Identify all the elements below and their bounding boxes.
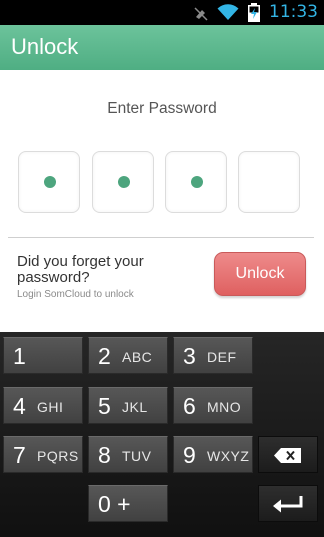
- password-dot-icon: [191, 176, 203, 188]
- status-bar: 11:33: [0, 0, 324, 25]
- numeric-keypad: 1 2 ABC 3 DEF 4 GHI 5 JKL 6 MNO 7 PQRS 8…: [0, 332, 324, 537]
- password-dot-icon: [118, 176, 130, 188]
- key-5[interactable]: 5 JKL: [88, 387, 168, 424]
- key-6[interactable]: 6 MNO: [173, 387, 253, 424]
- clock: 11:33: [269, 2, 318, 22]
- password-box-4[interactable]: [238, 151, 300, 213]
- key-2[interactable]: 2 ABC: [88, 337, 168, 374]
- title-bar: Unlock: [0, 25, 324, 70]
- key-4[interactable]: 4 GHI: [3, 387, 83, 424]
- key-8[interactable]: 8 TUV: [88, 436, 168, 473]
- backspace-icon: [274, 448, 301, 463]
- enter-key[interactable]: [258, 485, 318, 522]
- key-1[interactable]: 1: [3, 337, 83, 374]
- forgot-password-hint: Login SomCloud to unlock: [17, 289, 134, 300]
- key-3[interactable]: 3 DEF: [173, 337, 253, 374]
- battery-charging-icon: [248, 3, 260, 22]
- password-box-2[interactable]: [92, 151, 154, 213]
- password-dot-icon: [44, 176, 56, 188]
- wifi-icon: [217, 4, 239, 20]
- mute-icon: [194, 7, 208, 21]
- divider: [8, 237, 314, 238]
- password-box-3[interactable]: [165, 151, 227, 213]
- password-panel: Enter Password Did you forget your passw…: [0, 70, 324, 332]
- forgot-password-text: Did you forget your password?: [17, 253, 144, 286]
- key-0-plus[interactable]: 0 +: [88, 485, 168, 522]
- enter-icon: [273, 496, 303, 513]
- key-7[interactable]: 7 PQRS: [3, 436, 83, 473]
- unlock-button[interactable]: Unlock: [214, 252, 306, 296]
- page-title: Unlock: [11, 34, 79, 59]
- backspace-key[interactable]: [258, 436, 318, 473]
- key-9[interactable]: 9 WXYZ: [173, 436, 253, 473]
- password-box-1[interactable]: [18, 151, 80, 213]
- password-prompt: Enter Password: [107, 100, 217, 117]
